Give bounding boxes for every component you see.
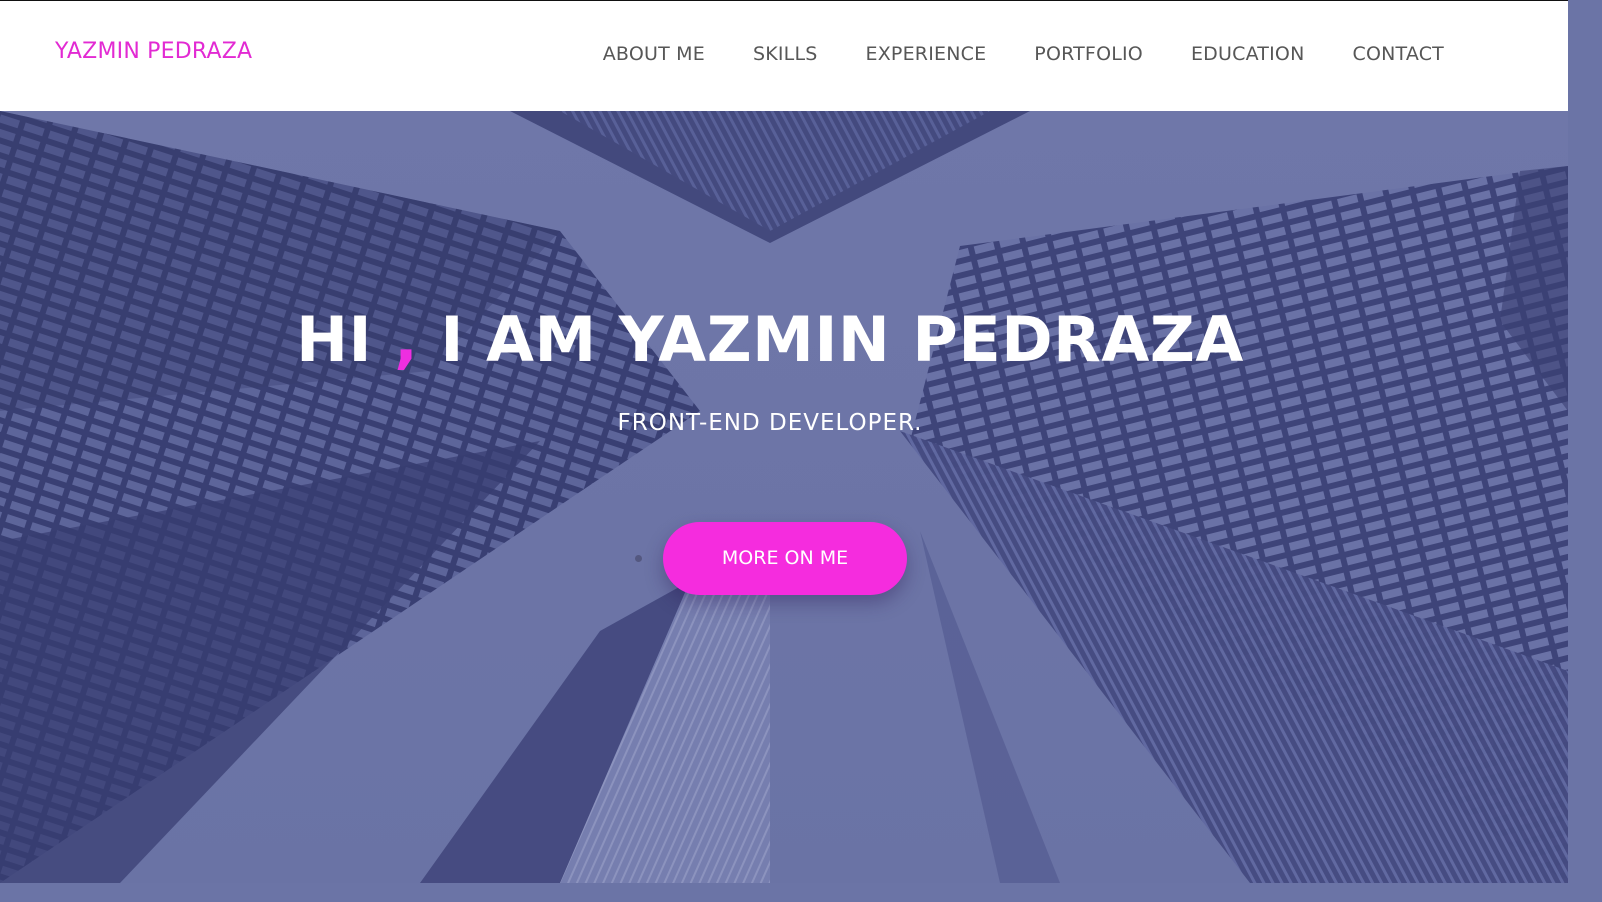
nav-item-portfolio[interactable]: PORTFOLIO [1034,43,1143,65]
hero-title: HI , I AM YAZMIN PEDRAZA [0,303,1540,376]
decorative-dot [635,555,642,562]
more-on-me-button[interactable]: MORE ON ME [663,522,907,595]
nav-item-about-me[interactable]: ABOUT ME [603,43,705,65]
nav-item-skills[interactable]: SKILLS [753,43,818,65]
hero-section: HI , I AM YAZMIN PEDRAZA FRONT-END DEVEL… [0,111,1568,883]
hero-subtitle: FRONT-END DEVELOPER. [617,410,923,436]
hero-title-end: I AM YAZMIN PEDRAZA [418,303,1244,376]
nav-item-education[interactable]: EDUCATION [1191,43,1305,65]
hero-title-start: HI [296,303,395,376]
brand-logo-link[interactable]: YAZMIN PEDRAZA [55,39,252,64]
nav-item-experience[interactable]: EXPERIENCE [866,43,987,65]
site-header: YAZMIN PEDRAZA ABOUT ME SKILLS EXPERIENC… [0,1,1568,111]
main-nav: ABOUT ME SKILLS EXPERIENCE PORTFOLIO EDU… [555,43,1444,65]
nav-item-contact[interactable]: CONTACT [1352,43,1444,65]
hero-title-comma: , [394,303,419,376]
hero-background-image [0,111,1568,883]
